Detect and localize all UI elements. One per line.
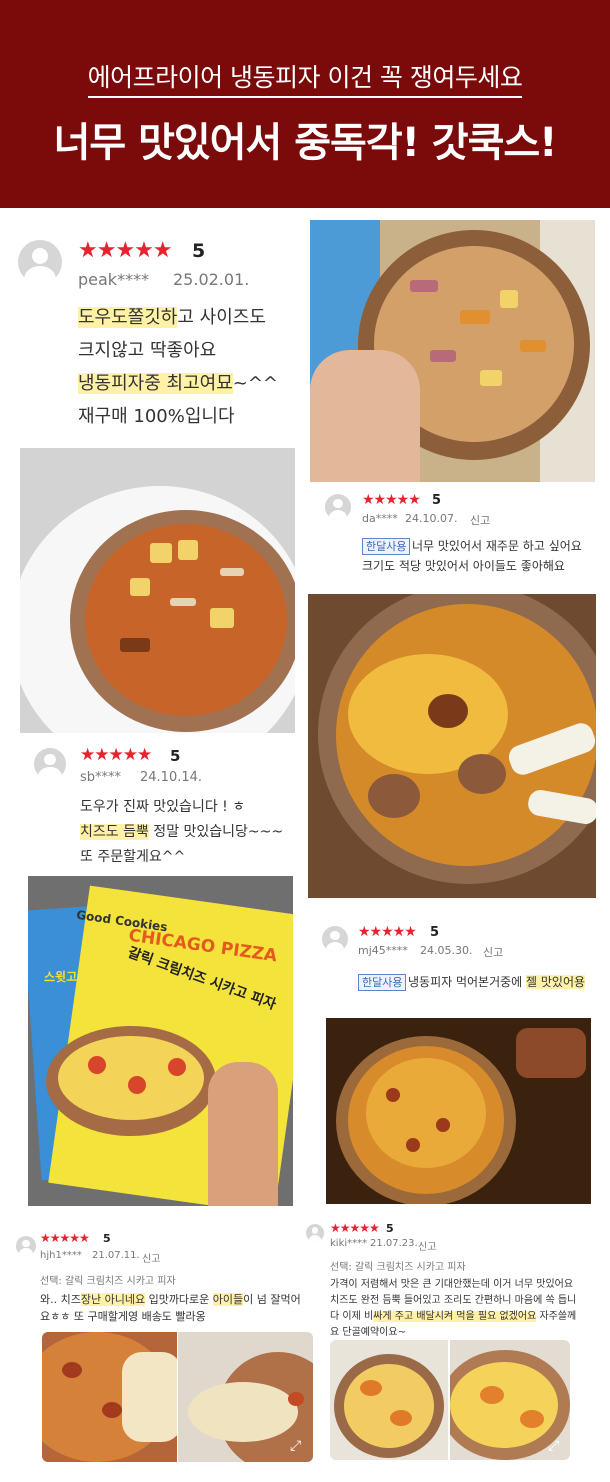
rating-stars: ★★★★★ [330, 1221, 380, 1235]
pizza-photo-closeup [308, 594, 596, 898]
review-user: kiki**** [330, 1238, 368, 1249]
review-line: 도우도쫄깃하고 사이즈도 [78, 307, 266, 328]
review-line: 가격이 저렴해서 맛은 큰 기대안했는데 이거 너무 맛있어요 [330, 1279, 574, 1290]
usage-tag: 한달사용 [362, 538, 411, 555]
review-user: hjh1**** [40, 1250, 82, 1261]
pizza-photo-plate [20, 448, 295, 733]
review-photo-left-1[interactable] [42, 1332, 177, 1462]
review-photo-right-1[interactable] [330, 1340, 448, 1460]
pizza-package-photo: 스윗고 Good Cookies CHICAGO PIZZA 갈릭 크림치즈 시… [28, 876, 293, 1206]
rating-score: 5 [103, 1232, 111, 1245]
usage-tag: 한달사용 [358, 974, 407, 991]
rating-score: 5 [192, 240, 206, 262]
option-text: 선택: 갈릭 크림치즈 시카고 피자 [40, 1276, 176, 1287]
rating-stars: ★★★★★ [358, 924, 417, 940]
review-date: 24.05.30. [420, 944, 473, 957]
rating-stars: ★★★★★ [40, 1231, 90, 1245]
banner-headline: 너무 맛있어서 중독각! 갓쿡스! [53, 120, 558, 166]
review-line: 크기도 적당 맛있어서 아이들도 좋아해요 [362, 559, 565, 573]
review-user: sb**** [80, 770, 122, 785]
review-line: 요 단골예약이요~ [330, 1327, 406, 1338]
promo-banner: 에어프라이어 냉동피자 이건 꼭 쟁여두세요 너무 맛있어서 중독각! 갓쿡스! [0, 0, 610, 208]
user-avatar-icon [306, 1224, 324, 1242]
rating-stars: ★★★★★ [362, 492, 421, 508]
rating-score: 5 [386, 1222, 394, 1235]
rating-score: 5 [170, 747, 181, 765]
report-link[interactable]: 신고 [483, 944, 503, 960]
review-photo-right-2[interactable]: ⤢ [450, 1340, 570, 1460]
expand-icon[interactable]: ⤢ [290, 1438, 301, 1454]
pizza-photo-hand [310, 220, 595, 482]
review-line: 와.. 치즈장난 아니네요 입맛까다로운 아이들이 넘 잘먹어 [40, 1293, 301, 1306]
review-line: 다 이제 비싸게 주고 배달시켜 먹을 필요 없겠어요 자주쓸께 [330, 1311, 577, 1322]
review-user: da**** [362, 512, 398, 525]
rating-stars: ★★★★★ [80, 745, 152, 765]
review-line: 너무 맛있어서 재주문 하고 싶어요 [412, 539, 582, 553]
review-line: 크지않고 딱좋아요 [78, 340, 217, 361]
user-avatar-icon [18, 240, 62, 284]
review-date: 24.10.07. [405, 512, 458, 525]
rating-stars: ★★★★★ [78, 238, 173, 263]
review-date: 21.07.11. [92, 1250, 140, 1261]
banner-subtitle: 에어프라이어 냉동피자 이건 꼭 쟁여두세요 [0, 58, 610, 98]
review-user: mj45**** [358, 944, 408, 957]
review-line: 재구매 100%입니다 [78, 406, 235, 427]
review-line: 치즈도 듬뿍 정말 맛있습니당~~~ [80, 824, 284, 840]
review-date: 24.10.14. [140, 770, 203, 785]
report-link[interactable]: 신고 [142, 1250, 160, 1265]
user-avatar-icon [16, 1236, 36, 1256]
report-link[interactable]: 신고 [470, 512, 490, 528]
rating-score: 5 [430, 925, 440, 940]
report-link[interactable]: 신고 [418, 1238, 436, 1253]
review-line: 요ㅎㅎ 또 구매할게영 배송도 빨라옹 [40, 1310, 206, 1323]
pizza-photo-board [326, 1018, 591, 1204]
expand-icon[interactable]: ⤢ [548, 1438, 559, 1454]
review-line: 도우가 진짜 맛있습니다 ! ㅎ [80, 799, 246, 815]
rating-score: 5 [432, 493, 442, 508]
review-line: 냉동피자 먹어본거중에 젤 맛있어용 [408, 975, 586, 989]
option-text: 선택: 갈릭 크림치즈 시카고 피자 [330, 1262, 466, 1273]
review-line: 냉동피자중 최고여묘~^^ [78, 373, 279, 394]
package-small-label: 스윗고 [44, 970, 78, 984]
review-date: 25.02.01. [173, 270, 250, 289]
user-avatar-icon [325, 494, 351, 520]
review-line: 또 주문할게요^^ [80, 849, 186, 865]
user-avatar-icon [322, 926, 348, 952]
user-avatar-icon [34, 748, 66, 780]
review-photo-left-2[interactable]: ⤢ [178, 1332, 313, 1462]
review-user: peak**** [78, 270, 150, 289]
review-date: 21.07.23. [370, 1238, 418, 1249]
review-line: 치즈도 완전 듬뿍 들어있고 조리도 간편하니 마음에 쏙 듭니 [330, 1295, 577, 1306]
